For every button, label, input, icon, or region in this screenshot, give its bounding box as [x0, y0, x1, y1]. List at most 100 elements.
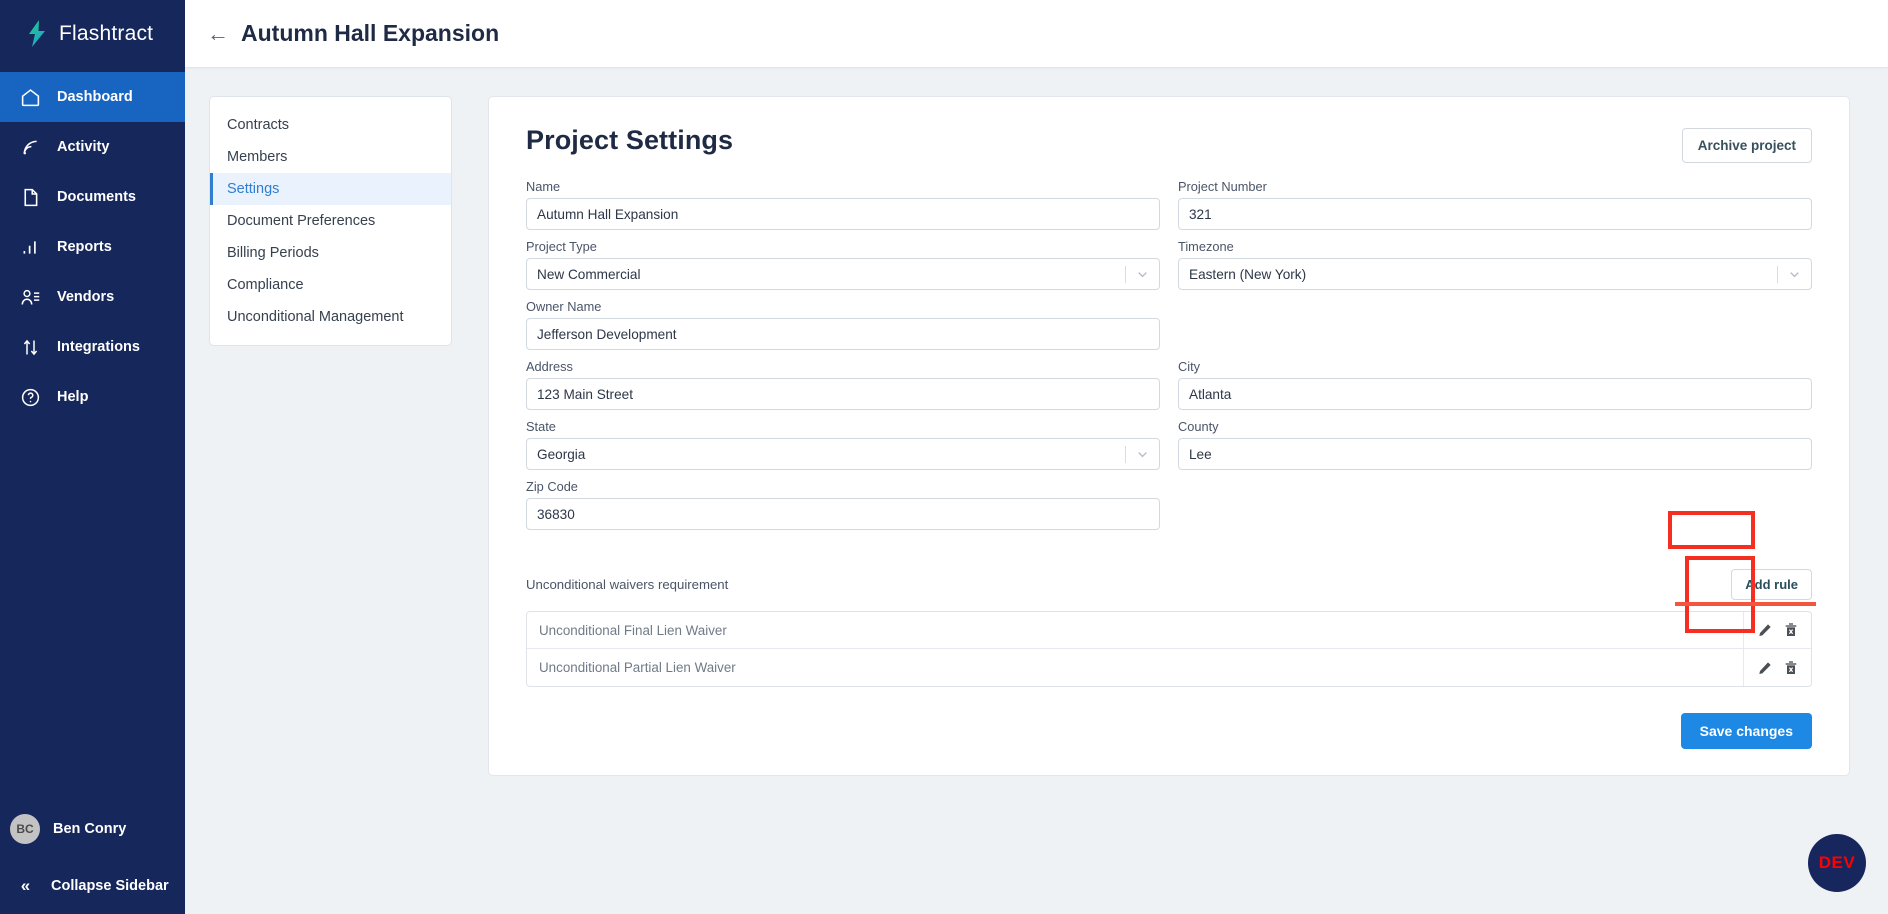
sidebar-item-dashboard[interactable]: Dashboard	[0, 72, 185, 122]
subnav-item-members[interactable]: Members	[210, 141, 451, 173]
sidebar-nav: Dashboard Activity Documents Reports Ven…	[0, 72, 185, 422]
subnav-item-document-preferences[interactable]: Document Preferences	[210, 205, 451, 237]
field-timezone: Timezone Eastern (New York)	[1178, 239, 1812, 290]
home-icon	[21, 88, 40, 106]
form-row-type-timezone: Project Type New Commercial Timezone Eas…	[526, 239, 1812, 299]
form-row-zip: Zip Code	[526, 479, 1812, 539]
bar-chart-icon	[23, 240, 36, 254]
form-row-address-city: Address City	[526, 359, 1812, 419]
select-value: Eastern (New York)	[1189, 266, 1307, 282]
document-icon	[24, 188, 38, 206]
field-state: State Georgia	[526, 419, 1160, 470]
form-row-state-county: State Georgia County Lee	[526, 419, 1812, 479]
subnav-item-settings[interactable]: Settings	[210, 173, 451, 205]
brand-logo[interactable]: Flashtract	[0, 0, 185, 67]
name-input[interactable]	[526, 198, 1160, 230]
subnav-item-label: Unconditional Management	[227, 309, 404, 325]
zip-code-input[interactable]	[526, 498, 1160, 530]
field-label: County	[1178, 419, 1219, 434]
form-col-timezone: Timezone Eastern (New York)	[1169, 239, 1812, 299]
sidebar-item-label: Reports	[57, 239, 112, 255]
field-city: City	[1178, 359, 1812, 410]
subnav-item-label: Document Preferences	[227, 213, 376, 229]
arrow-left-icon[interactable]: ←	[207, 22, 229, 45]
main-region: ← Autumn Hall Expansion Contracts Member…	[185, 0, 1888, 914]
field-label: State	[526, 419, 556, 434]
project-type-select[interactable]: New Commercial	[526, 258, 1160, 290]
field-label: Owner Name	[526, 299, 602, 314]
owner-name-input[interactable]	[526, 318, 1160, 350]
content-area: Contracts Members Settings Document Pref…	[185, 67, 1888, 914]
sidebar-item-activity[interactable]: Activity	[0, 122, 185, 172]
sidebar-item-label: Dashboard	[57, 89, 133, 105]
sidebar-user[interactable]: BC Ben Conry	[0, 800, 185, 858]
waiver-name: Unconditional Final Lien Waiver	[539, 622, 727, 638]
save-row: Save changes	[526, 713, 1812, 749]
waiver-row: Unconditional Partial Lien Waiver	[527, 649, 1811, 686]
subnav-item-label: Contracts	[227, 117, 290, 133]
form-col-empty-2	[1169, 479, 1812, 539]
form-col-project-number: Project Number	[1169, 179, 1812, 239]
county-input[interactable]	[1178, 438, 1812, 470]
project-subnav: Contracts Members Settings Document Pref…	[209, 96, 452, 346]
subnav-item-compliance[interactable]: Compliance	[210, 269, 451, 301]
subnav-item-label: Members	[227, 149, 288, 165]
sidebar-item-vendors[interactable]: Vendors	[0, 272, 185, 322]
form-row-name: Name Project Number	[526, 179, 1812, 239]
dev-environment-badge[interactable]: DEV	[1808, 834, 1866, 892]
sidebar-item-label: Help	[57, 389, 89, 405]
pencil-icon[interactable]	[1757, 660, 1773, 676]
field-project-number: Project Number	[1178, 179, 1812, 230]
sidebar-item-integrations[interactable]: Integrations	[0, 322, 185, 372]
address-input[interactable]	[526, 378, 1160, 410]
waiver-row-actions	[1743, 612, 1811, 648]
avatar: BC	[10, 814, 40, 844]
chevron-double-left-icon: «	[20, 876, 31, 895]
settings-form: Name Project Number	[526, 179, 1812, 539]
user-name: Ben Conry	[53, 821, 127, 837]
arrows-updown-icon	[23, 339, 38, 355]
archive-project-button[interactable]: Archive project	[1681, 128, 1812, 163]
waivers-list: Unconditional Final Lien Waiver Uncondit…	[526, 611, 1812, 687]
field-label: Project Type	[526, 239, 597, 254]
sidebar-item-reports[interactable]: Reports	[0, 222, 185, 272]
trash-x-icon[interactable]	[1783, 622, 1799, 638]
user-list-icon	[21, 289, 40, 305]
subnav-item-billing-periods[interactable]: Billing Periods	[210, 237, 451, 269]
timezone-select[interactable]: Eastern (New York)	[1178, 258, 1812, 290]
question-circle-icon	[21, 388, 40, 406]
sidebar-item-label: Vendors	[57, 289, 115, 305]
section-title: Project Settings	[526, 125, 734, 155]
add-rule-button[interactable]: Add rule	[1731, 568, 1812, 600]
city-input[interactable]	[1178, 378, 1812, 410]
annotation-underline-save	[1675, 602, 1816, 606]
field-label: Address	[526, 359, 573, 374]
state-select[interactable]: Georgia	[526, 438, 1160, 470]
trash-x-icon[interactable]	[1783, 660, 1799, 676]
sidebar-item-label: Integrations	[57, 339, 140, 355]
select-value: Georgia	[537, 446, 586, 462]
pencil-icon[interactable]	[1757, 622, 1773, 638]
sidebar-item-help[interactable]: Help	[0, 372, 185, 422]
subnav-item-contracts[interactable]: Contracts	[210, 109, 451, 141]
field-project-type: Project Type New Commercial	[526, 239, 1160, 290]
project-number-input[interactable]	[1178, 198, 1812, 230]
waivers-header: Unconditional waivers requirement Add ru…	[526, 568, 1812, 600]
form-col-empty-1	[1169, 299, 1812, 359]
form-col-state: State Georgia	[526, 419, 1169, 479]
field-county: County	[1178, 419, 1812, 470]
form-col-zip: Zip Code	[526, 479, 1169, 539]
sidebar-item-label: Activity	[57, 139, 110, 155]
page-title: Autumn Hall Expansion	[241, 20, 500, 46]
field-label: Zip Code	[526, 479, 578, 494]
collapse-sidebar-button[interactable]: « Collapse Sidebar	[0, 858, 185, 914]
subnav-item-label: Settings	[227, 181, 280, 197]
sidebar-item-documents[interactable]: Documents	[0, 172, 185, 222]
subnav-item-unconditional-management[interactable]: Unconditional Management	[210, 301, 451, 333]
subnav-item-label: Compliance	[227, 277, 304, 293]
activity-feed-icon	[23, 140, 37, 154]
chevron-down-icon	[1778, 268, 1811, 281]
save-changes-button[interactable]: Save changes	[1680, 713, 1812, 749]
waiver-row: Unconditional Final Lien Waiver	[527, 612, 1811, 649]
